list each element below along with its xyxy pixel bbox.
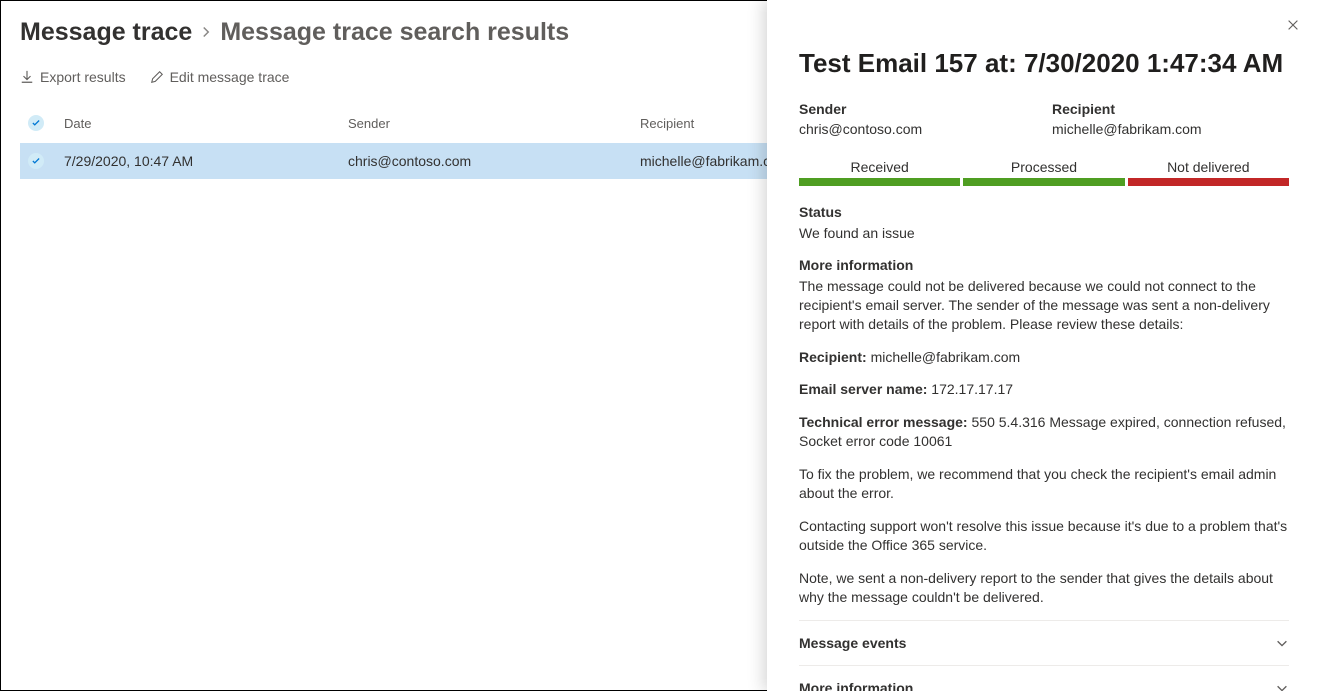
column-header-date[interactable]: Date <box>64 116 348 131</box>
status-received-label: Received <box>799 159 960 175</box>
more-information-label: More information <box>799 680 913 691</box>
detail-recipient: Recipient: michelle@fabrikam.com <box>799 348 1289 367</box>
row-sender: chris@contoso.com <box>348 153 640 169</box>
select-all-checkbox[interactable] <box>28 115 44 131</box>
recipient-value: michelle@fabrikam.com <box>1052 121 1289 137</box>
chevron-down-icon <box>1275 636 1289 650</box>
status-processed-bar <box>963 178 1124 186</box>
download-icon <box>20 70 34 84</box>
status-processed-label: Processed <box>963 159 1124 175</box>
sender-label: Sender <box>799 101 1036 117</box>
fix-paragraph: To fix the problem, we recommend that yo… <box>799 465 1289 503</box>
message-events-label: Message events <box>799 635 906 651</box>
delivery-status-bar: Received Processed Not delivered <box>799 159 1289 186</box>
export-results-button[interactable]: Export results <box>20 69 126 85</box>
flyout-title: Test Email 157 at: 7/30/2020 1:47:34 AM <box>799 48 1289 79</box>
breadcrumb-root[interactable]: Message trace <box>20 18 192 47</box>
chevron-down-icon <box>1275 681 1289 691</box>
detail-error: Technical error message: 550 5.4.316 Mes… <box>799 413 1289 451</box>
detail-server: Email server name: 172.17.17.17 <box>799 380 1289 399</box>
close-icon <box>1286 18 1300 35</box>
status-notdelivered-bar <box>1128 178 1289 186</box>
status-notdelivered-label: Not delivered <box>1128 159 1289 175</box>
more-info-paragraph: The message could not be delivered becau… <box>799 277 1289 334</box>
note-paragraph: Note, we sent a non-delivery report to t… <box>799 569 1289 607</box>
status-received-bar <box>799 178 960 186</box>
close-button[interactable] <box>1279 12 1307 40</box>
row-date: 7/29/2020, 10:47 AM <box>64 153 348 169</box>
message-events-expander[interactable]: Message events <box>799 620 1289 665</box>
more-information-expander[interactable]: More information <box>799 665 1289 691</box>
row-checkbox[interactable] <box>28 153 44 169</box>
breadcrumb-current: Message trace search results <box>220 18 569 47</box>
chevron-right-icon <box>200 21 212 44</box>
more-info-heading: More information <box>799 257 1289 273</box>
status-text: We found an issue <box>799 224 1289 243</box>
edit-message-trace-label: Edit message trace <box>170 69 290 85</box>
export-results-label: Export results <box>40 69 126 85</box>
status-heading: Status <box>799 204 1289 220</box>
details-flyout: Test Email 157 at: 7/30/2020 1:47:34 AM … <box>767 0 1321 691</box>
more-info-body: The message could not be delivered becau… <box>799 277 1289 607</box>
edit-message-trace-button[interactable]: Edit message trace <box>150 69 290 85</box>
column-header-sender[interactable]: Sender <box>348 116 640 131</box>
sender-value: chris@contoso.com <box>799 121 1036 137</box>
pencil-icon <box>150 70 164 84</box>
support-paragraph: Contacting support won't resolve this is… <box>799 517 1289 555</box>
sender-recipient-row: Sender chris@contoso.com Recipient miche… <box>799 101 1289 137</box>
recipient-label: Recipient <box>1052 101 1289 117</box>
